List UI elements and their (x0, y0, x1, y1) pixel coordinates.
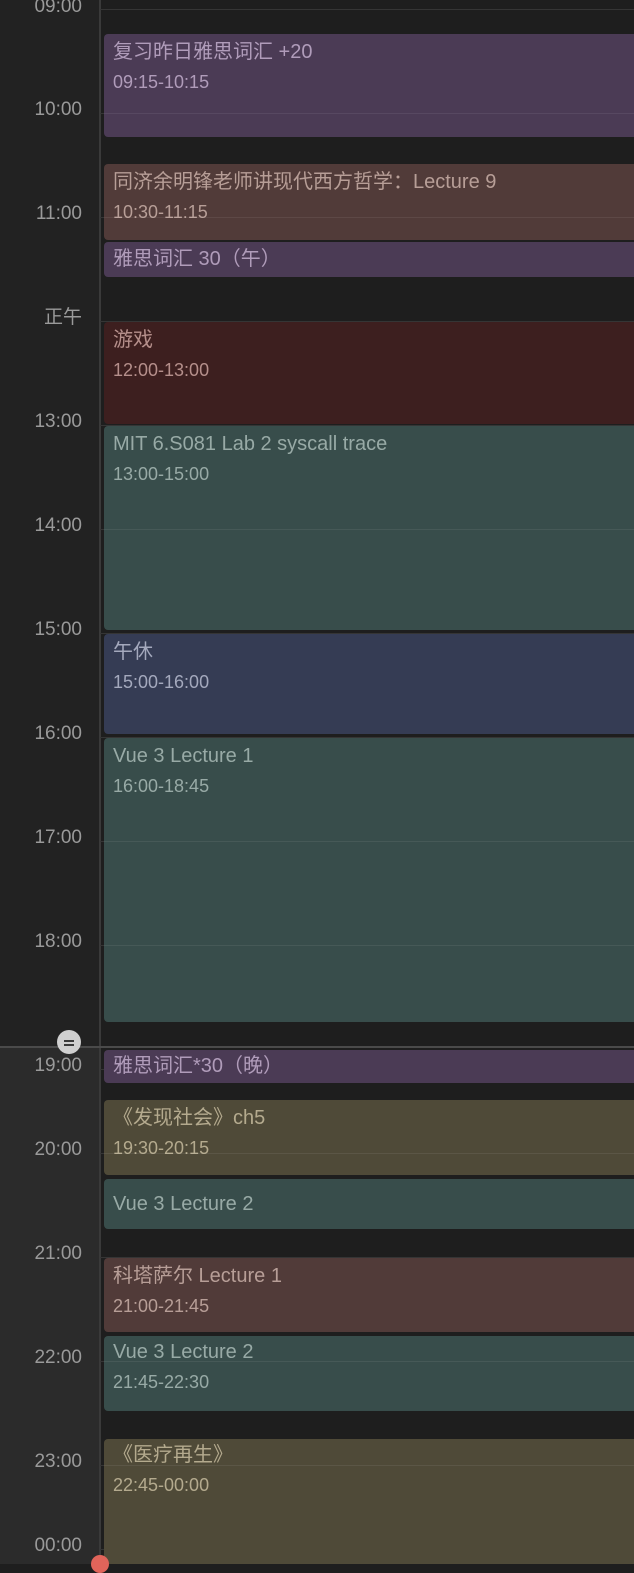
calendar-event[interactable]: 《发现社会》ch5 19:30-20:15 (104, 1100, 634, 1175)
event-hour-divider (104, 1153, 634, 1154)
calendar-event[interactable]: 午休 15:00-16:00 (104, 634, 634, 734)
hour-label: 16:00 (34, 723, 82, 744)
calendar-event[interactable]: 科塔萨尔 Lecture 1 21:00-21:45 (104, 1258, 634, 1332)
event-hour-divider (104, 217, 634, 218)
calendar-event[interactable]: Vue 3 Lecture 1 16:00-18:45 (104, 738, 634, 1022)
event-title: MIT 6.S081 Lab 2 syscall trace (113, 433, 388, 455)
hour-label: 09:00 (34, 0, 82, 17)
event-hour-divider (104, 841, 634, 842)
time-gutter (0, 0, 100, 1564)
day-calendar-view: 09:00 10:00 11:00 正午 13:00 14:00 15:00 1… (0, 0, 634, 1573)
current-time-indicator (91, 1555, 109, 1573)
event-title: Vue 3 Lecture 2 (113, 1193, 254, 1215)
event-time: 10:30-11:15 (113, 202, 208, 222)
calendar-event[interactable]: Vue 3 Lecture 2 (104, 1179, 634, 1229)
event-time: 15:00-16:00 (113, 672, 210, 692)
event-hour-divider (104, 1361, 634, 1362)
event-title: 雅思词汇 30（午） (113, 248, 281, 270)
event-title: 《医疗再生》 (113, 1444, 233, 1466)
event-hour-divider (104, 945, 634, 946)
event-time: 16:00-18:45 (113, 776, 210, 796)
calendar-event[interactable]: 同济余明锋老师讲现代西方哲学：Lecture 9 10:30-11:15 (104, 164, 634, 240)
event-time: 12:00-13:00 (113, 360, 210, 380)
calendar-event[interactable]: MIT 6.S081 Lab 2 syscall trace 13:00-15:… (104, 426, 634, 630)
event-title: 《发现社会》ch5 (113, 1107, 266, 1129)
drag-handle-icon[interactable] (57, 1030, 81, 1054)
event-hour-divider (104, 113, 634, 114)
hour-label: 11:00 (35, 203, 82, 224)
hour-label: 14:00 (34, 515, 82, 536)
hour-label: 17:00 (34, 827, 82, 848)
calendar-event[interactable]: 游戏 12:00-13:00 (104, 322, 634, 424)
hour-label: 18:00 (34, 931, 82, 952)
event-title: 游戏 (113, 329, 153, 351)
event-title: 复习昨日雅思词汇 +20 (113, 41, 313, 63)
hour-label: 19:00 (34, 1055, 82, 1076)
event-title: 午休 (113, 641, 153, 663)
event-hour-divider (104, 529, 634, 530)
event-hour-divider (104, 1465, 634, 1466)
event-title: 雅思词汇*30（晚） (113, 1055, 284, 1077)
hour-label: 23:00 (34, 1451, 82, 1472)
event-time: 09:15-10:15 (113, 72, 210, 92)
hour-label: 15:00 (34, 619, 82, 640)
event-time: 21:45-22:30 (113, 1372, 210, 1392)
time-gutter-lower (0, 1046, 100, 1564)
event-title: 科塔萨尔 Lecture 1 (113, 1265, 282, 1287)
hour-label-noon: 正午 (43, 307, 82, 328)
hour-gridline (100, 9, 634, 10)
hour-label: 00:00 (34, 1535, 82, 1556)
event-time: 22:45-00:00 (113, 1475, 210, 1495)
section-divider-line (0, 1046, 634, 1048)
hour-label: 20:00 (34, 1139, 82, 1160)
gutter-divider (99, 0, 101, 1564)
hour-label: 10:00 (34, 99, 82, 120)
calendar-event[interactable]: 《医疗再生》 22:45-00:00 (104, 1439, 634, 1564)
event-time: 19:30-20:15 (113, 1138, 210, 1158)
calendar-event[interactable]: 复习昨日雅思词汇 +20 09:15-10:15 (104, 34, 634, 137)
event-title: 同济余明锋老师讲现代西方哲学：Lecture 9 (113, 171, 497, 193)
hour-label: 21:00 (34, 1243, 82, 1264)
hour-label: 22:00 (34, 1347, 82, 1368)
event-title: Vue 3 Lecture 1 (113, 745, 254, 767)
hour-label: 13:00 (34, 411, 82, 432)
event-time: 13:00-15:00 (113, 464, 210, 484)
calendar-event[interactable]: Vue 3 Lecture 2 21:45-22:30 (104, 1336, 634, 1411)
calendar-event[interactable]: 雅思词汇*30（晚） (104, 1050, 634, 1083)
event-time: 21:00-21:45 (113, 1296, 210, 1316)
calendar-event[interactable]: 雅思词汇 30（午） (104, 242, 634, 277)
